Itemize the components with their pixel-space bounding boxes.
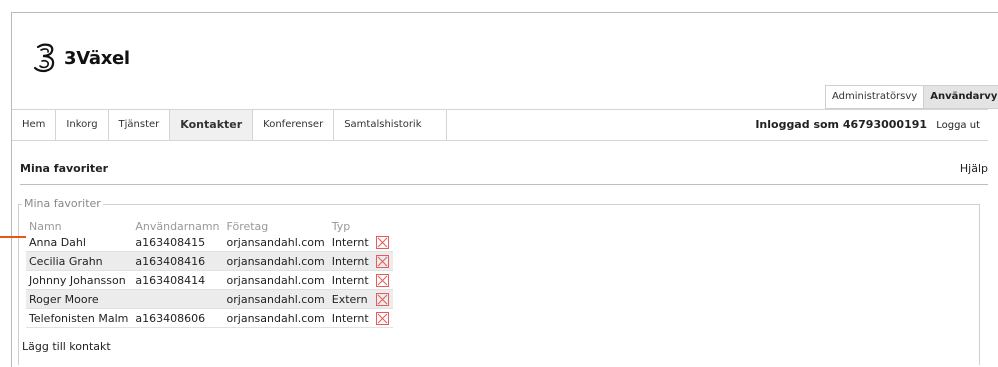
column-header-name[interactable]: Namn: [26, 220, 132, 233]
contact-company: orjansandahl.com: [223, 270, 329, 290]
nav-samtalshistorik[interactable]: Samtalshistorik: [334, 110, 448, 140]
contact-username: a163408416: [132, 251, 224, 271]
delete-icon[interactable]: [375, 273, 389, 287]
page-title: Mina favoriter: [20, 162, 109, 175]
delete-icon[interactable]: [375, 292, 389, 306]
nav-hem[interactable]: Hem: [12, 110, 57, 140]
three-logo-icon: [33, 43, 55, 73]
column-header-company[interactable]: Företag: [224, 220, 329, 233]
main-nav: Hem Inkorg Tjänster Kontakter Konferense…: [12, 109, 988, 141]
view-switch: Administratörsvy Användarvy: [825, 85, 998, 109]
contact-type: Internt: [328, 233, 373, 252]
contact-username: a163408414: [132, 270, 224, 290]
table-row[interactable]: Roger Moore orjansandahl.com Extern: [26, 289, 393, 309]
column-header-type[interactable]: Typ: [329, 220, 373, 233]
table-header-row: Namn Användarnamn Företag Typ: [26, 220, 393, 233]
favorites-table: Namn Användarnamn Företag Typ Anna Dahl …: [26, 220, 393, 328]
contact-company: orjansandahl.com: [223, 308, 329, 328]
delete-icon[interactable]: [375, 235, 389, 249]
contact-type: Extern: [328, 289, 373, 309]
contact-username: [132, 289, 224, 309]
contact-name[interactable]: Anna Dahl: [26, 233, 133, 252]
delete-icon[interactable]: [375, 254, 389, 268]
brand-logo[interactable]: 3Växel: [30, 40, 130, 76]
contact-name[interactable]: Johnny Johansson: [26, 270, 133, 290]
contact-type: Internt: [328, 251, 373, 271]
contact-type: Internt: [328, 308, 373, 328]
help-link[interactable]: Hjälp: [960, 162, 988, 175]
contact-username: a163408415: [132, 233, 224, 252]
contact-company: orjansandahl.com: [223, 233, 329, 252]
contact-type: Internt: [328, 270, 373, 290]
user-area: Inloggad som 46793000191 Logga ut: [755, 110, 980, 140]
admin-view-tab[interactable]: Administratörsvy: [825, 85, 925, 109]
contact-company: orjansandahl.com: [223, 251, 329, 271]
nav-tjanster[interactable]: Tjänster: [109, 110, 171, 140]
logout-link[interactable]: Logga ut: [936, 120, 980, 131]
table-row[interactable]: Johnny Johansson a163408414 orjansandahl…: [26, 270, 393, 290]
brand-name: 3Växel: [64, 47, 130, 69]
column-header-username[interactable]: Användarnamn: [132, 220, 223, 233]
nav-konferenser[interactable]: Konferenser: [253, 110, 335, 140]
section-header: Mina favoriter Hjälp: [20, 160, 988, 185]
table-row[interactable]: Telefonisten Malm a163408606 orjansandah…: [26, 308, 393, 328]
table-row[interactable]: Cecilia Grahn a163408416 orjansandahl.co…: [26, 251, 393, 271]
row-pointer-marker: [0, 236, 26, 238]
contact-name[interactable]: Roger Moore: [26, 289, 133, 309]
nav-kontakter[interactable]: Kontakter: [170, 110, 254, 140]
column-header-delete: [373, 220, 393, 233]
delete-icon[interactable]: [375, 311, 389, 325]
favorites-legend: Mina favoriter: [22, 197, 103, 210]
user-view-tab[interactable]: Användarvy: [924, 85, 998, 109]
contact-name[interactable]: Cecilia Grahn: [26, 251, 133, 271]
nav-inkorg[interactable]: Inkorg: [56, 110, 109, 140]
contact-company: orjansandahl.com: [223, 289, 329, 309]
contact-name[interactable]: Telefonisten Malm: [26, 308, 133, 328]
add-contact-link[interactable]: Lägg till kontakt: [22, 340, 111, 353]
logged-in-text: Inloggad som 46793000191: [755, 118, 928, 131]
table-row[interactable]: Anna Dahl a163408415 orjansandahl.com In…: [26, 233, 393, 252]
contact-username: a163408606: [132, 308, 224, 328]
